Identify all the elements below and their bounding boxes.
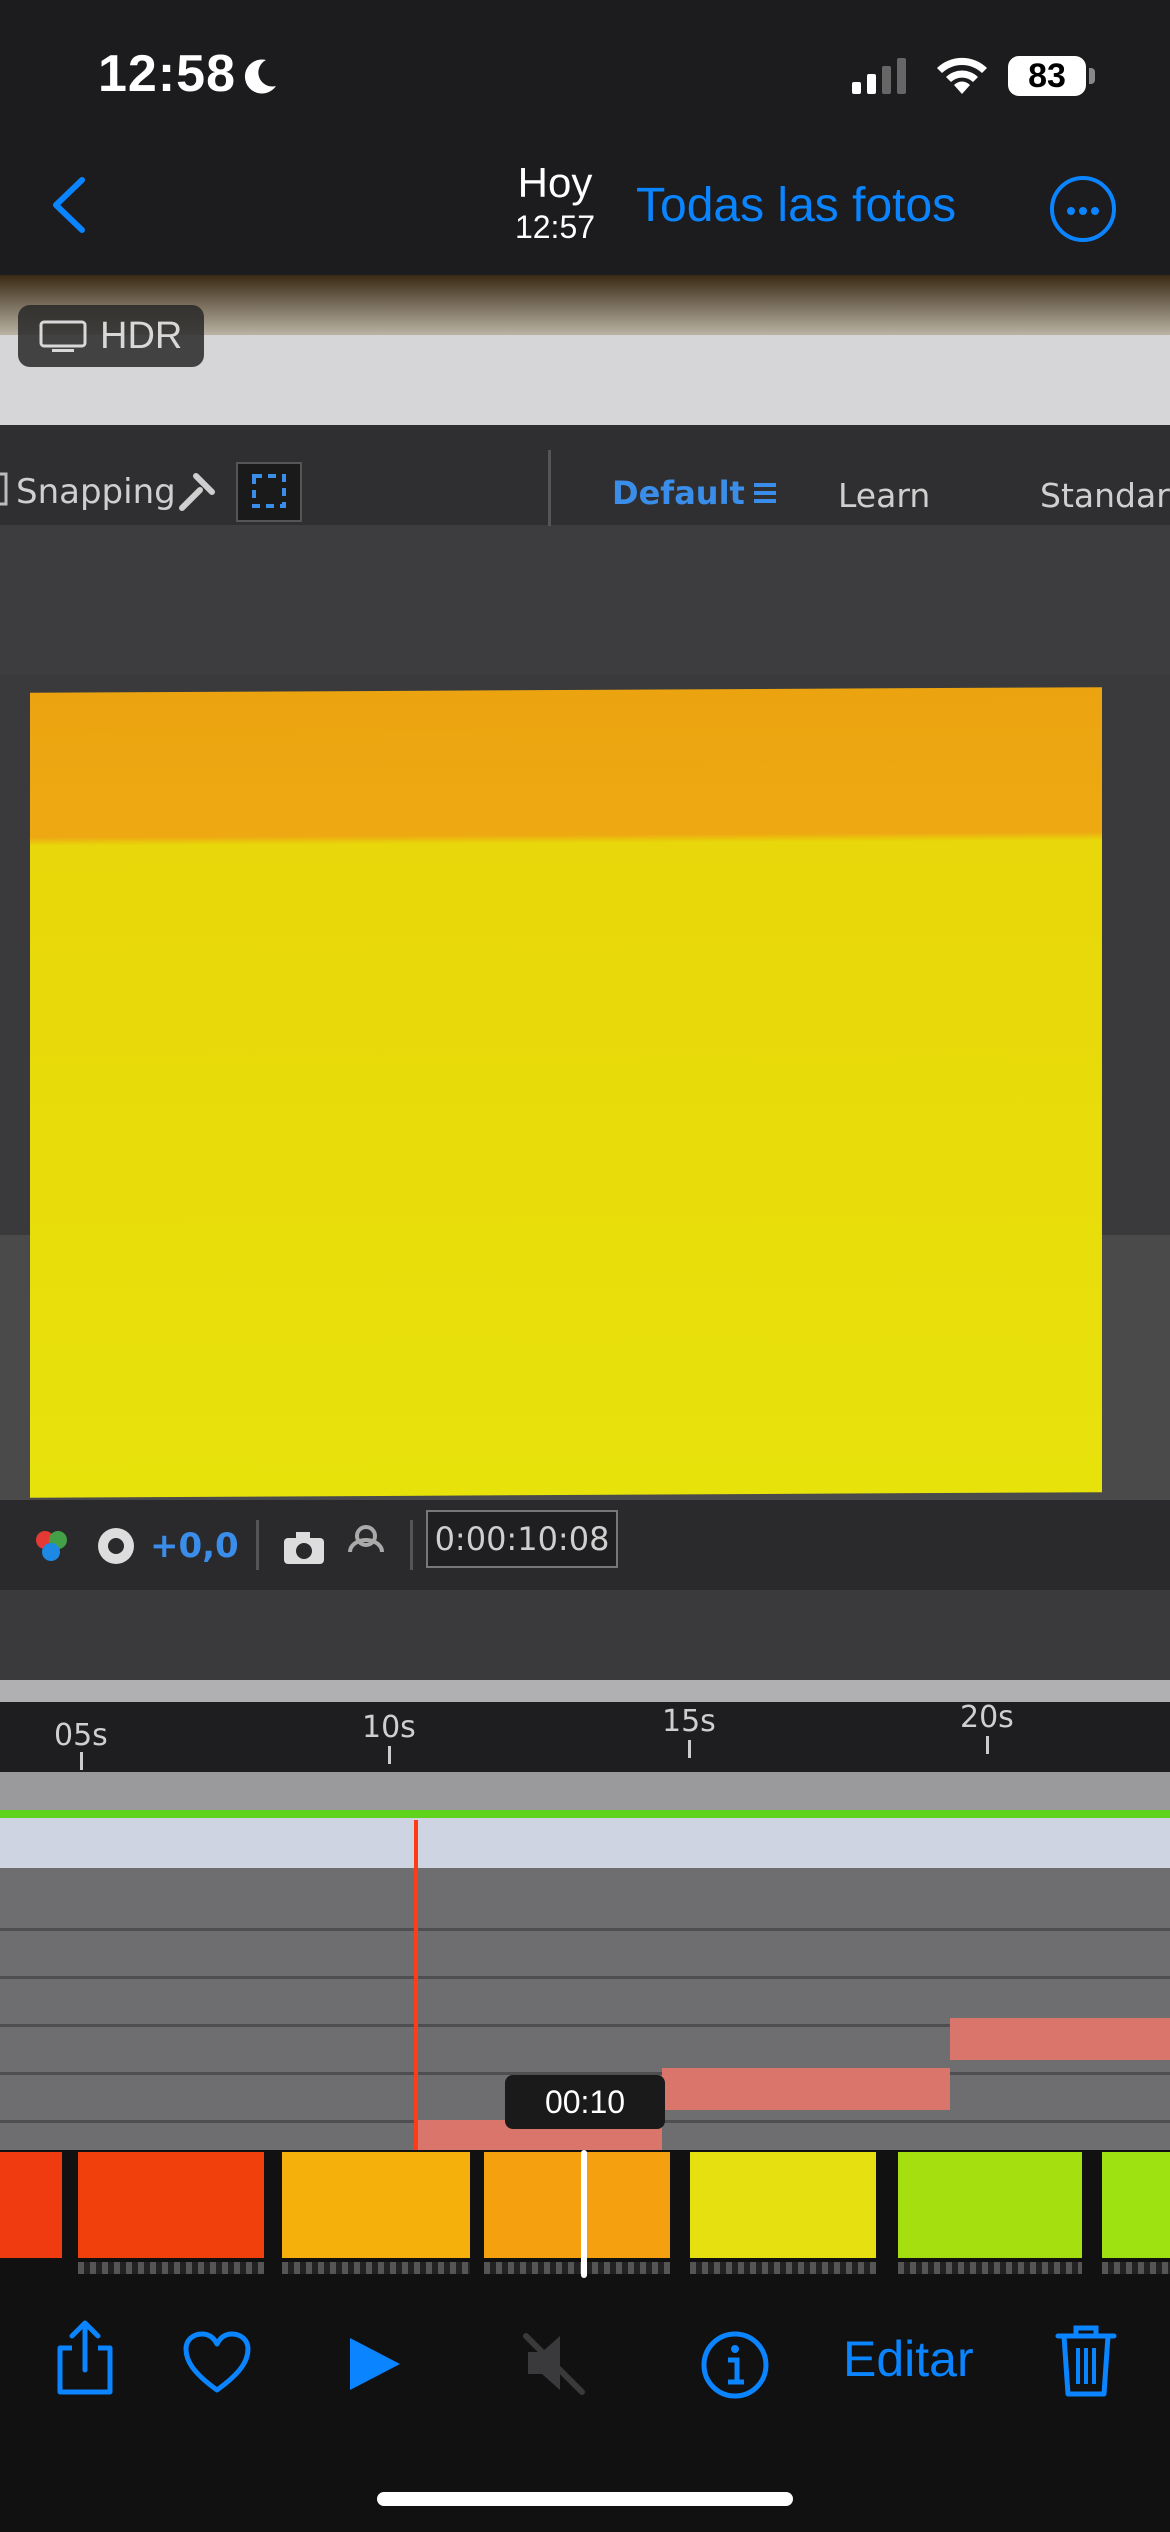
snap-toggle — [236, 462, 302, 522]
snap-magnet-icon — [179, 473, 215, 511]
hdr-badge: HDR — [18, 305, 204, 367]
share-icon[interactable] — [50, 2318, 120, 2398]
scrubber-thumbnail — [690, 2152, 876, 2258]
workspace-learn: Learn — [838, 476, 931, 515]
trash-icon[interactable] — [1054, 2320, 1118, 2400]
ruler-tick-label: 10s — [362, 1710, 416, 1745]
ruler-tick-label: 15s — [662, 1704, 716, 1739]
layer-bar — [662, 2068, 950, 2110]
info-icon[interactable] — [700, 2330, 770, 2400]
home-indicator[interactable] — [377, 2492, 793, 2506]
workspace-standard: Standard — [1040, 476, 1170, 515]
show-snapshot-icon — [348, 1525, 384, 1553]
snapping-label: Snapping — [16, 472, 176, 512]
exposure-value: +0,0 — [150, 1526, 239, 1566]
hdr-label: HDR — [100, 315, 183, 357]
timecode-box: 0:00:10:08 — [426, 1510, 618, 1568]
ruler-tick-label: 20s — [960, 1700, 1014, 1735]
status-time: 12:58 — [98, 45, 236, 103]
battery-indicator: 83 — [1008, 56, 1086, 96]
scrubber-thumbnail — [282, 2152, 470, 2258]
color-channels-icon — [36, 1531, 67, 1561]
timecode: 0:00:10:08 — [434, 1520, 610, 1558]
battery-nub — [1089, 68, 1095, 84]
cellular-signal-icon — [852, 58, 906, 94]
yellow-canvas — [30, 687, 1102, 1498]
ruler-tick-label: 05s — [54, 1718, 108, 1753]
work-area-bar — [0, 1810, 1170, 1818]
more-icon[interactable] — [1050, 176, 1116, 242]
back-icon[interactable] — [40, 170, 100, 240]
workspace-menu-icon — [754, 483, 776, 503]
snapping-checkbox-icon — [0, 472, 8, 506]
scrubber-thumbnail — [0, 2152, 62, 2258]
layer-bar — [950, 2018, 1170, 2060]
play-icon[interactable] — [344, 2334, 404, 2394]
heart-icon[interactable] — [182, 2330, 252, 2394]
nav-title-time: 12:57 — [514, 209, 596, 245]
nav-title-date: Hoy — [517, 159, 593, 206]
edit-button[interactable]: Editar — [843, 2330, 974, 2388]
moon-icon — [244, 59, 276, 94]
battery-level: 83 — [1028, 57, 1066, 95]
snap-target-icon — [252, 474, 286, 508]
photo-content[interactable] — [0, 275, 1170, 2275]
scrubber-thumbnail — [1102, 2152, 1170, 2258]
scrubber-thumbnail — [898, 2152, 1082, 2258]
mute-icon[interactable] — [520, 2330, 590, 2396]
all-photos-button[interactable]: Todas las fotos — [636, 178, 956, 233]
wifi-icon — [937, 57, 987, 94]
scrubber-time: 00:10 — [505, 2075, 665, 2129]
scrubber-thumbnail — [484, 2152, 670, 2258]
exposure-icon — [98, 1528, 134, 1564]
scrubber-playhead[interactable] — [581, 2150, 587, 2278]
scrubber-thumbnail — [78, 2152, 264, 2258]
workspace-default: Default — [612, 474, 745, 512]
display-icon — [39, 320, 87, 352]
nav-title: Hoy 12:57 — [480, 158, 630, 246]
snapshot-camera-icon — [284, 1532, 324, 1564]
